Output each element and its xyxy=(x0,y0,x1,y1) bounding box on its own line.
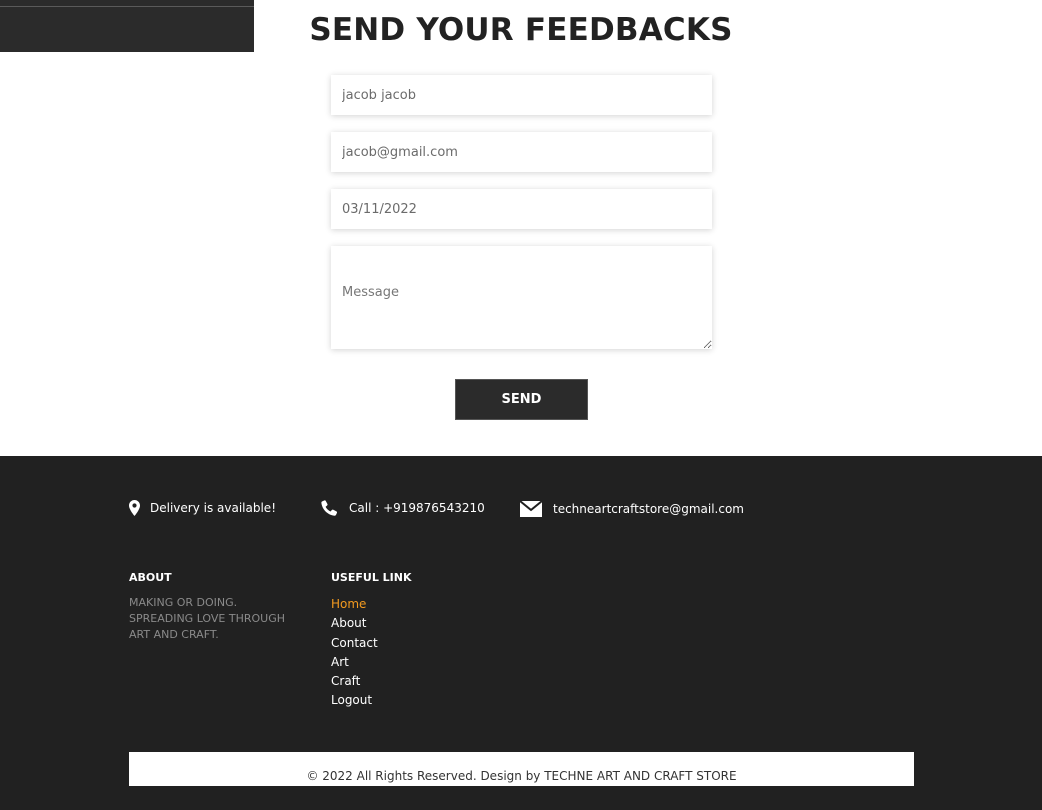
email-info: techneartcraftstore@gmail.com xyxy=(519,500,744,518)
phone-icon xyxy=(320,500,339,516)
copyright-bar: © 2022 All Rights Reserved. Design by TE… xyxy=(129,752,914,786)
about-text: MAKING OR DOING. SPREADING LOVE THROUGH … xyxy=(129,596,286,641)
footer: Delivery is available! Call : +919876543… xyxy=(0,456,1042,810)
divider xyxy=(0,6,254,7)
delivery-text: Delivery is available! xyxy=(150,501,276,515)
footer-link-craft[interactable]: Craft xyxy=(331,672,491,691)
about-heading: ABOUT xyxy=(129,571,172,584)
name-field[interactable] xyxy=(331,75,712,115)
delivery-info: Delivery is available! xyxy=(129,500,276,516)
call-text: Call : +919876543210 xyxy=(349,501,485,515)
useful-link-heading: USEFUL LINK xyxy=(331,571,412,584)
useful-link-list: Home About Contact Art Craft Logout xyxy=(331,595,491,711)
message-field[interactable] xyxy=(331,246,712,349)
footer-link-about[interactable]: About xyxy=(331,614,491,633)
about-column: ABOUT MAKING OR DOING. SPREADING LOVE TH… xyxy=(129,571,299,643)
useful-link-column: USEFUL LINK Home About Contact Art Craft… xyxy=(331,571,491,711)
call-info: Call : +919876543210 xyxy=(320,500,485,516)
footer-link-home[interactable]: Home xyxy=(331,595,491,614)
footer-link-contact[interactable]: Contact xyxy=(331,634,491,653)
send-button[interactable]: SEND xyxy=(455,379,588,420)
email-field[interactable] xyxy=(331,132,712,172)
map-pin-icon xyxy=(129,500,140,516)
page-title: SEND YOUR FEEDBACKS xyxy=(309,12,733,48)
footer-link-logout[interactable]: Logout xyxy=(331,691,491,710)
envelope-icon xyxy=(519,500,543,518)
email-text: techneartcraftstore@gmail.com xyxy=(553,502,744,516)
footer-link-art[interactable]: Art xyxy=(331,653,491,672)
date-field[interactable] xyxy=(331,189,712,229)
